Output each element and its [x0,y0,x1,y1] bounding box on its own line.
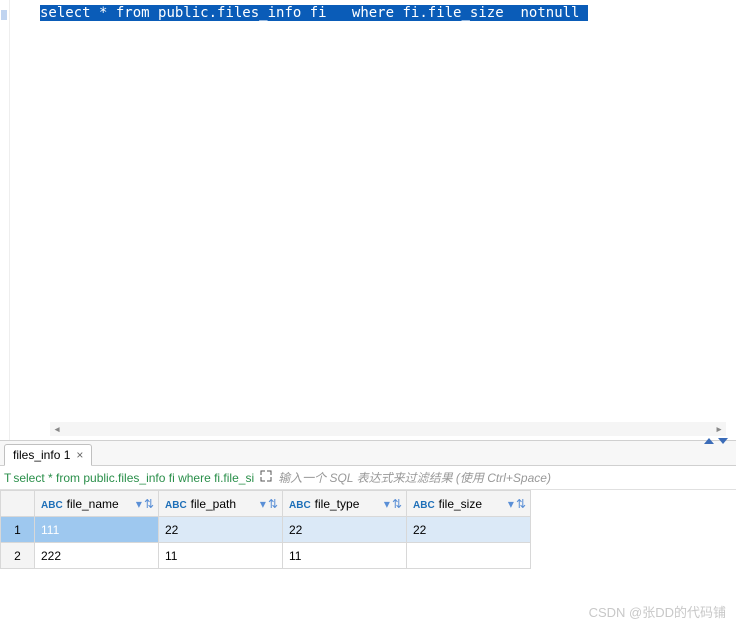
executed-query-text[interactable]: select * from public.files_info fi where… [13,471,254,485]
column-header-file_path[interactable]: ABCfile_path▾⇅ [159,491,283,517]
cell[interactable]: 11 [159,543,283,569]
editor-gutter [0,0,10,440]
cell[interactable]: 111 [35,517,159,543]
scroll-left-icon[interactable]: ◂ [50,422,64,436]
query-filter-row: T select * from public.files_info fi whe… [0,466,736,490]
watermark: CSDN @张DD的代码铺 [589,602,726,621]
sort-icon[interactable]: ⇅ [268,497,278,511]
cell[interactable]: 222 [35,543,159,569]
sort-icon[interactable]: ⇅ [392,497,402,511]
filter-icon[interactable]: ▾ [508,497,514,511]
table-row[interactable]: 22221111 [1,543,531,569]
grid-corner[interactable] [1,491,35,517]
code-pane[interactable]: select * from public.files_info fi where… [10,0,736,440]
cell[interactable]: 22 [407,517,531,543]
query-prefix: T [4,471,11,485]
row-number[interactable]: 2 [1,543,35,569]
close-icon[interactable]: × [76,448,83,462]
collapse-down-icon[interactable] [718,438,728,444]
collapse-up-icon[interactable] [704,438,714,444]
cell[interactable]: 11 [283,543,407,569]
result-tab[interactable]: files_info 1 × [4,444,92,466]
filter-input[interactable]: 输入一个 SQL 表达式来过滤结果 (使用 Ctrl+Space) [278,469,732,486]
sort-icon[interactable]: ⇅ [516,497,526,511]
panel-toggle-controls [704,438,728,444]
sort-icon[interactable]: ⇅ [144,497,154,511]
column-header-file_size[interactable]: ABCfile_size▾⇅ [407,491,531,517]
column-header-file_type[interactable]: ABCfile_type▾⇅ [283,491,407,517]
cell[interactable] [407,543,531,569]
filter-icon[interactable]: ▾ [384,497,390,511]
sql-editor-area: select * from public.files_info fi where… [0,0,736,440]
marker-icon [1,10,7,20]
cell[interactable]: 22 [159,517,283,543]
filter-icon[interactable]: ▾ [260,497,266,511]
cell[interactable]: 22 [283,517,407,543]
scroll-right-icon[interactable]: ▸ [712,422,726,436]
results-tab-bar: files_info 1 × [0,440,736,466]
row-number[interactable]: 1 [1,517,35,543]
expand-icon[interactable] [260,470,272,485]
filter-icon[interactable]: ▾ [136,497,142,511]
column-header-file_name[interactable]: ABCfile_name▾⇅ [35,491,159,517]
tab-label: files_info 1 [13,448,70,462]
sql-line[interactable]: select * from public.files_info fi where… [40,4,736,22]
horizontal-scrollbar[interactable]: ◂ ▸ [50,422,726,436]
table-row[interactable]: 1111222222 [1,517,531,543]
results-grid[interactable]: ABCfile_name▾⇅ABCfile_path▾⇅ABCfile_type… [0,490,531,569]
